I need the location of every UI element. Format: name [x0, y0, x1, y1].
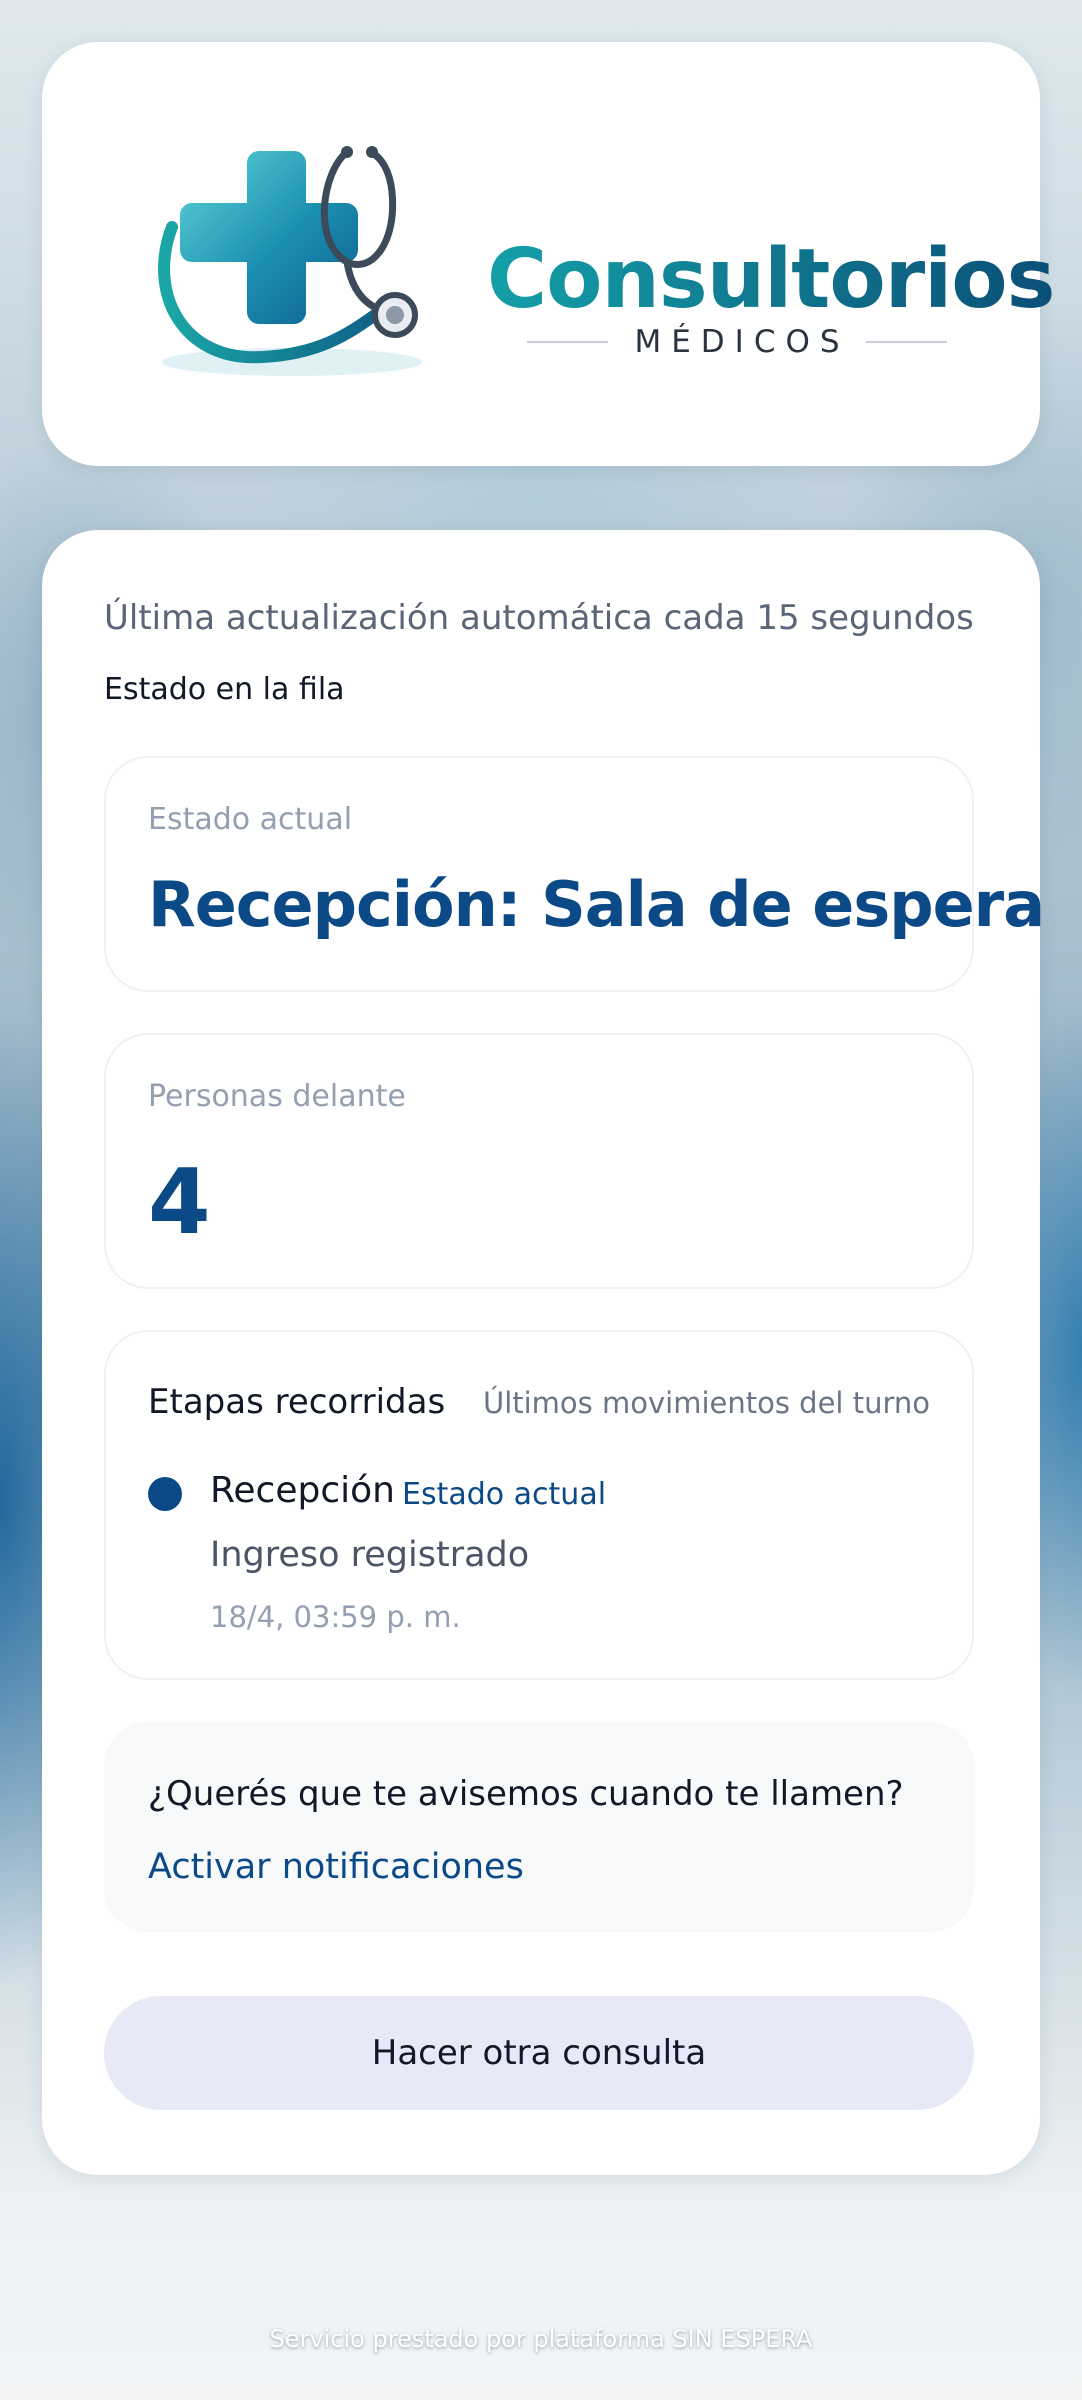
queue-section-label: Estado en la fila	[104, 672, 345, 707]
people-ahead-count: 4	[148, 1150, 211, 1255]
stages-subtitle: Últimos movimientos del turno	[482, 1386, 930, 1420]
brand-logo: Consultorios MÉDICOS	[142, 132, 1055, 412]
notifications-question: ¿Querés que te avisemos cuando te llamen…	[148, 1774, 904, 1814]
current-status-label: Estado actual	[148, 802, 353, 837]
stage-dot-icon	[148, 1477, 182, 1511]
stage-current-tag: Estado actual	[402, 1477, 607, 1512]
logo-card: Consultorios MÉDICOS	[42, 42, 1055, 466]
queue-status-card: Última actualización automática cada 15 …	[42, 530, 1045, 2175]
stage-description: Ingreso registrado	[210, 1535, 530, 1575]
people-ahead-label: Personas delante	[148, 1079, 406, 1114]
current-status-panel: Estado actual Recepción: Sala de espera	[104, 756, 1045, 992]
brand-subtitle-row: MÉDICOS	[527, 322, 948, 362]
brand-name: Consultorios	[487, 232, 1055, 327]
brand-subtitle: MÉDICOS	[634, 324, 850, 360]
stage-name: Recepción	[210, 1470, 395, 1511]
activate-notifications-link[interactable]: Activar notificaciones	[148, 1847, 524, 1887]
divider	[865, 341, 948, 343]
footer-credit: Servicio prestado por plataforma SIN ESP…	[269, 2325, 813, 2353]
stage-timestamp: 18/4, 03:59 p. m.	[210, 1600, 461, 1634]
notifications-panel: ¿Querés que te avisemos cuando te llamen…	[104, 1722, 974, 1932]
divider	[527, 341, 609, 343]
current-status-value: Recepción: Sala de espera	[148, 868, 1045, 941]
people-ahead-panel: Personas delante 4	[104, 1033, 974, 1289]
medical-cross-stethoscope-icon	[158, 146, 422, 376]
stages-title: Etapas recorridas	[148, 1382, 446, 1422]
new-query-button[interactable]: Hacer otra consulta	[104, 1996, 974, 2110]
stages-panel: Etapas recorridas Últimos movimientos de…	[104, 1330, 974, 1680]
auto-update-note: Última actualización automática cada 15 …	[104, 598, 974, 638]
